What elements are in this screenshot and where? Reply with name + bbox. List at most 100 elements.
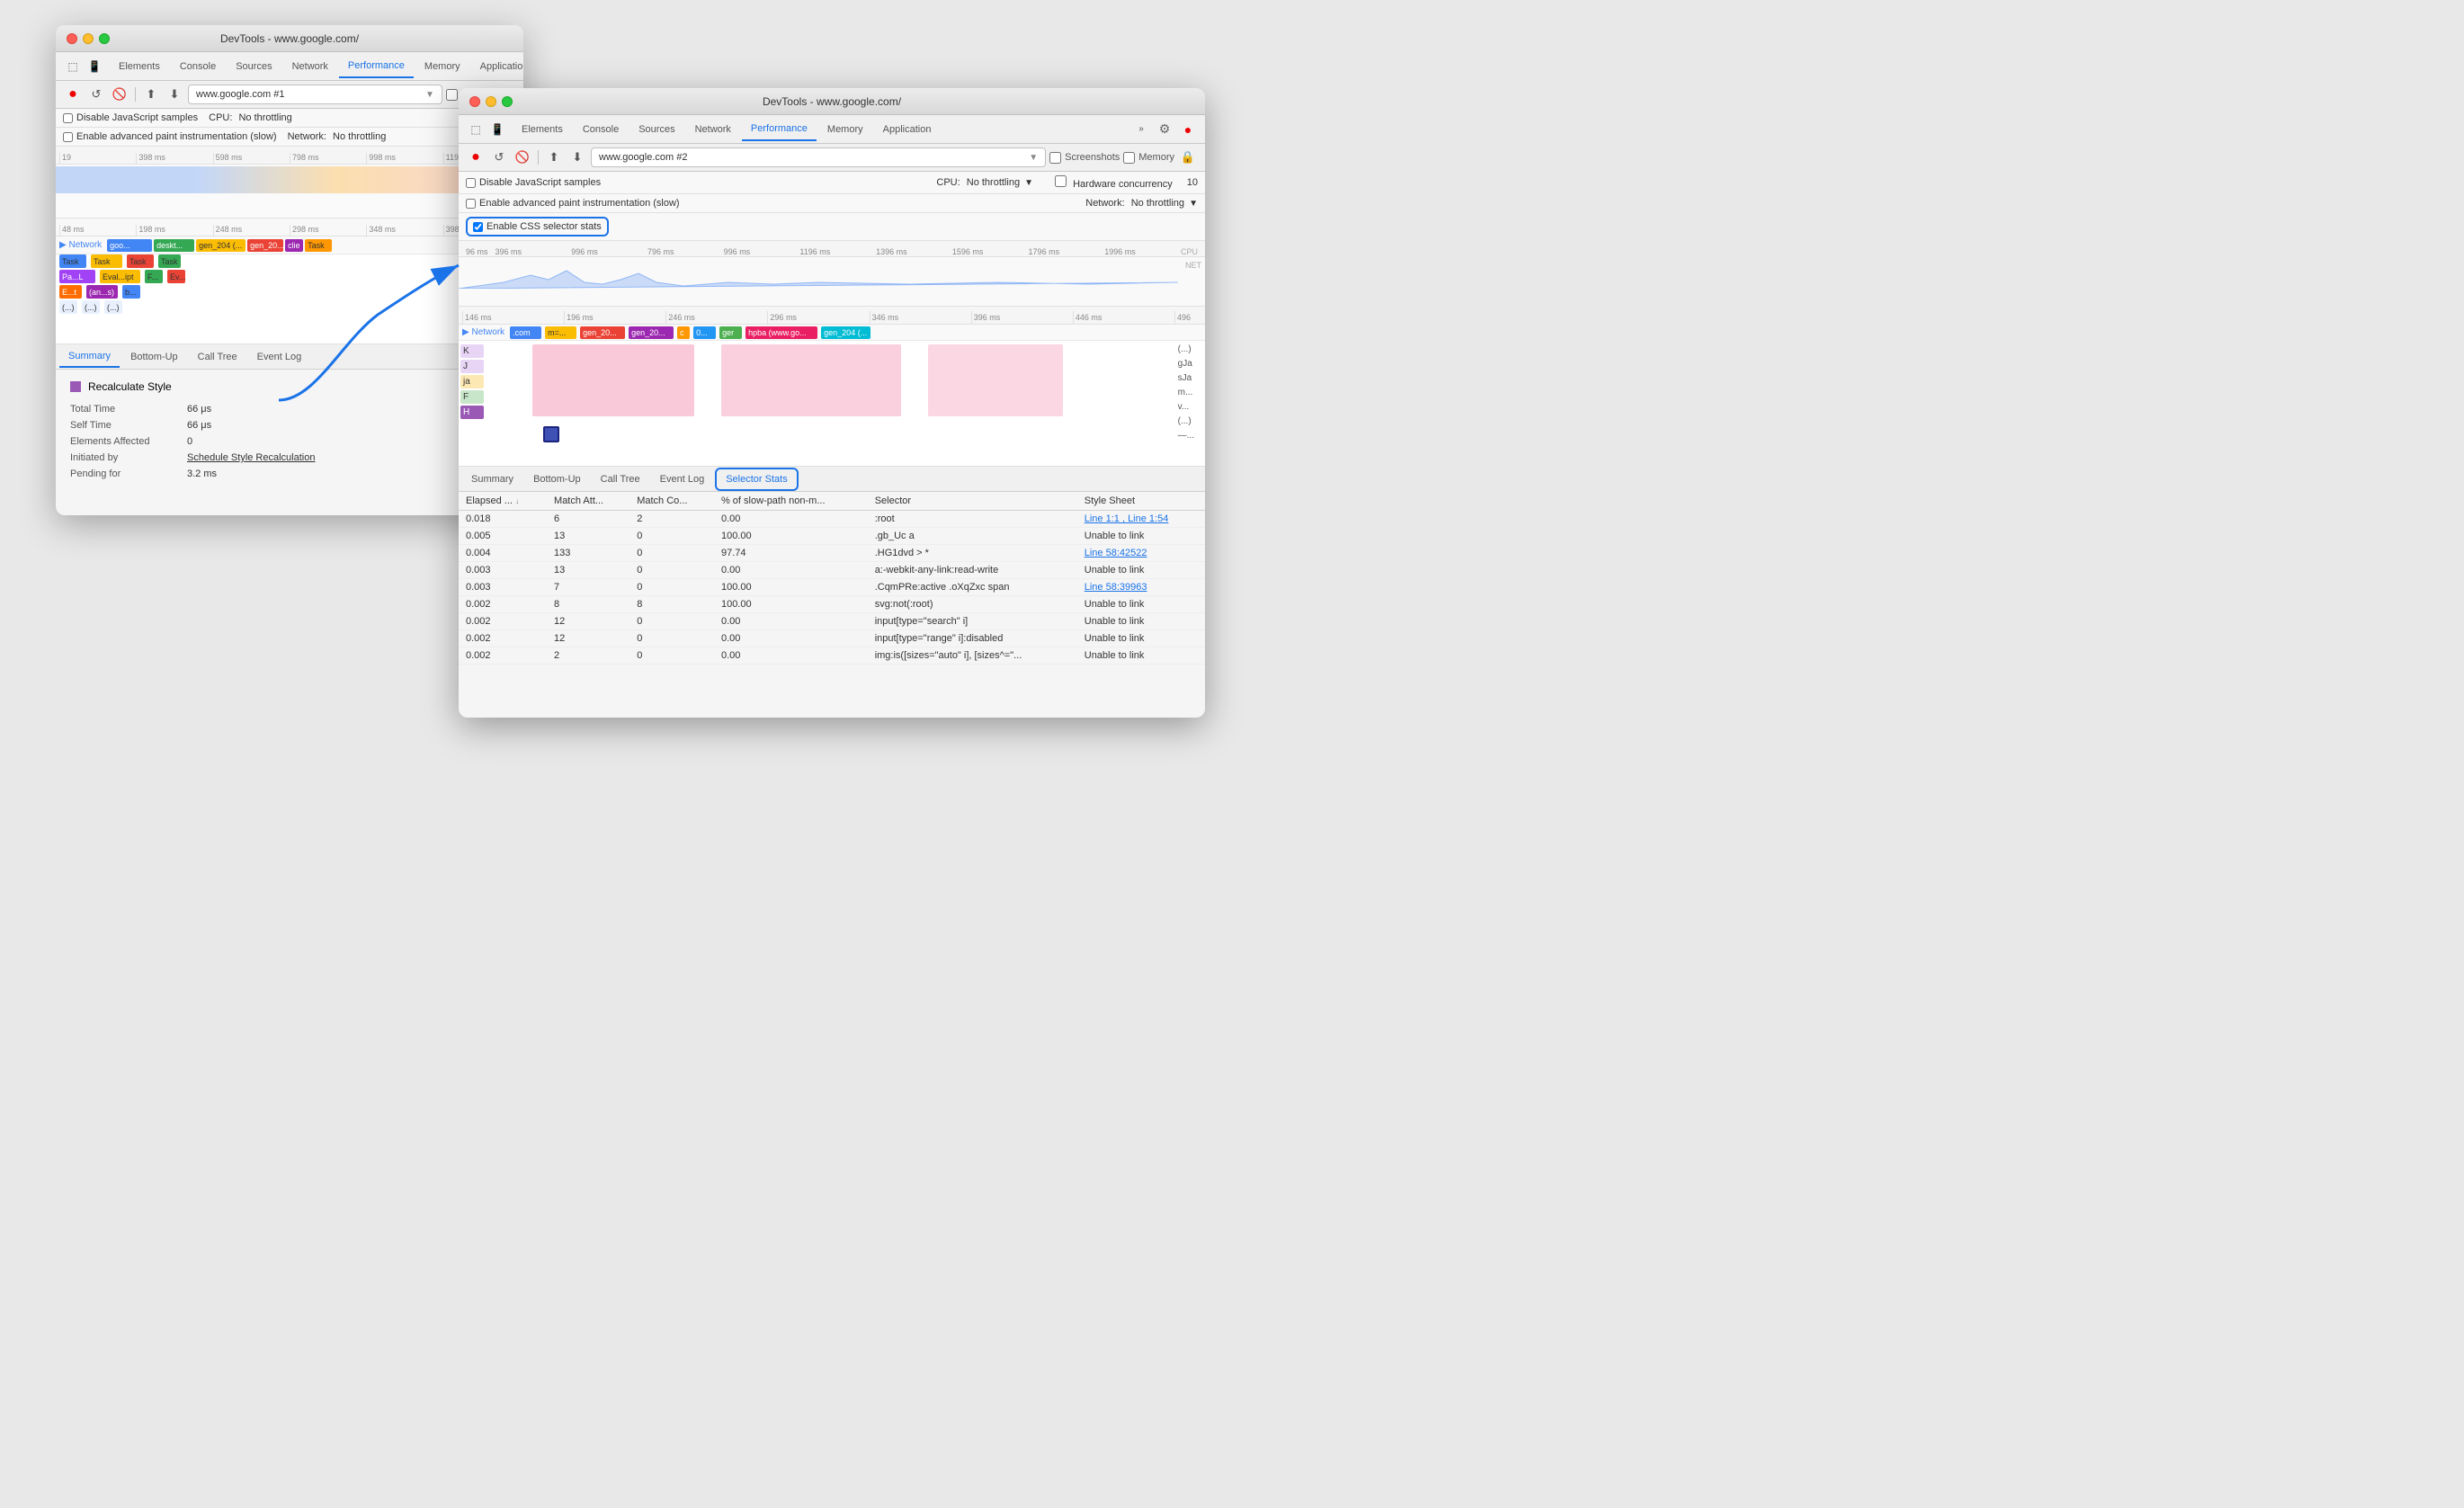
net-f-c: c — [677, 326, 690, 339]
selector-stats-table: Elapsed ... ↓ Match Att... Match Co... %… — [459, 492, 1205, 665]
memory-checkbox-front[interactable] — [1123, 152, 1135, 164]
tab-selector-stats-front[interactable]: Selector Stats — [715, 468, 798, 491]
minimize-button-front[interactable] — [486, 96, 496, 107]
upload-btn-front[interactable]: ⬆ — [544, 147, 564, 167]
tab-sources-back[interactable]: Sources — [227, 56, 281, 77]
col-slow-path[interactable]: % of slow-path non-m... — [714, 492, 868, 511]
flame-chart-back[interactable]: Task Task Task Task Pa...L Eval...ipt F.… — [56, 254, 523, 344]
cell-stylesheet-9: Unable to link — [1077, 647, 1205, 665]
col-selector[interactable]: Selector — [868, 492, 1077, 511]
flame-main-area[interactable]: (...) gJa sJa m... v... (...) —... — [487, 341, 1205, 466]
tab-performance-front[interactable]: Performance — [742, 118, 817, 141]
inspect-icon-front[interactable]: ⬚ — [466, 120, 486, 139]
net-f-gen204: gen_204 (... — [821, 326, 870, 339]
cell-match-att-6: 8 — [547, 596, 629, 613]
net-f-0: 0... — [693, 326, 716, 339]
maximize-button-front[interactable] — [502, 96, 513, 107]
refresh-btn-front[interactable]: ↺ — [489, 147, 509, 167]
tab-application-front[interactable]: Application — [874, 119, 941, 140]
cell-stylesheet-3: Line 58:42522 — [1077, 545, 1205, 562]
devtools-icons-front: ⬚ 📱 — [466, 120, 507, 139]
table-row[interactable]: 0.002 8 8 100.00 svg:not(:root) Unable t… — [459, 596, 1205, 613]
table-row[interactable]: 0.002 2 0 0.00 img:is([sizes="auto" i], … — [459, 647, 1205, 665]
tab-console-back[interactable]: Console — [171, 56, 225, 77]
summary-row-elements: Elements Affected 0 — [70, 436, 509, 447]
tab-summary-front[interactable]: Summary — [462, 469, 522, 489]
record-btn-back[interactable]: ● — [63, 85, 83, 104]
inspect-icon[interactable]: ⬚ — [63, 57, 83, 76]
table-row[interactable]: 0.003 13 0 0.00 a:-webkit-any-link:read-… — [459, 562, 1205, 579]
table-row[interactable]: 0.002 12 0 0.00 input[type="range" i]:di… — [459, 630, 1205, 647]
selector-stats-table-container[interactable]: Elapsed ... ↓ Match Att... Match Co... %… — [459, 492, 1205, 718]
cell-selector-5: .CqmPRe:active .oXqZxc span — [868, 579, 1077, 596]
close-button-front[interactable] — [469, 96, 480, 107]
tab-application-back[interactable]: Application — [471, 56, 523, 77]
table-row[interactable]: 0.004 133 0 97.74 .HG1dvd > * Line 58:42… — [459, 545, 1205, 562]
ruler-front-4: 796 ms — [644, 247, 720, 256]
enable-paint-checkbox-back[interactable]: Enable advanced paint instrumentation (s… — [63, 131, 277, 142]
tab-performance-back[interactable]: Performance — [339, 55, 414, 78]
col-stylesheet[interactable]: Style Sheet — [1077, 492, 1205, 511]
tab-summary-back[interactable]: Summary — [59, 346, 120, 368]
flame-selected-block[interactable] — [543, 426, 559, 442]
tab-bottom-up-back[interactable]: Bottom-Up — [121, 347, 187, 367]
maximize-button-back[interactable] — [99, 33, 110, 44]
disable-js-checkbox-back[interactable]: Disable JavaScript samples — [63, 112, 198, 123]
tab-bottom-up-front[interactable]: Bottom-Up — [524, 469, 590, 489]
url-bar-front[interactable]: www.google.com #2 ▼ — [591, 147, 1046, 167]
timeline-tracks-front[interactable]: NET — [459, 257, 1205, 307]
download-btn-front[interactable]: ⬇ — [567, 147, 587, 167]
record-btn-front[interactable]: ● — [466, 147, 486, 167]
tab-network-back[interactable]: Network — [283, 56, 337, 77]
device-icon[interactable]: 📱 — [85, 57, 104, 76]
traffic-lights-back[interactable] — [67, 33, 110, 44]
tab-sources-front[interactable]: Sources — [629, 119, 683, 140]
clear-btn-front[interactable]: 🚫 — [513, 147, 532, 167]
col-match-co[interactable]: Match Co... — [629, 492, 714, 511]
refresh-btn-back[interactable]: ↺ — [86, 85, 106, 104]
tab-elements-back[interactable]: Elements — [110, 56, 169, 77]
screenshot-checkbox-back[interactable] — [446, 89, 458, 101]
hardware-concurrency-value: 10 — [1187, 177, 1198, 188]
minimize-button-back[interactable] — [83, 33, 94, 44]
tab-call-tree-front[interactable]: Call Tree — [592, 469, 649, 489]
cell-slow-path-3: 97.74 — [714, 545, 868, 562]
tab-elements-front[interactable]: Elements — [513, 119, 572, 140]
tab-console-front[interactable]: Console — [574, 119, 628, 140]
url-bar-back[interactable]: www.google.com #1 ▼ — [188, 85, 442, 104]
flame-task-3: Task — [127, 254, 154, 268]
col-match-att[interactable]: Match Att... — [547, 492, 629, 511]
device-icon-front[interactable]: 📱 — [487, 120, 507, 139]
flame-chart-front[interactable]: K J ja F H (...) gJa — [459, 341, 1205, 467]
tab-event-log-back[interactable]: Event Log — [248, 347, 311, 367]
screenshot-checkbox-front[interactable] — [1049, 152, 1061, 164]
tab-network-front[interactable]: Network — [686, 119, 740, 140]
tab-memory-front[interactable]: Memory — [818, 119, 872, 140]
traffic-lights-front[interactable] — [469, 96, 513, 107]
table-row[interactable]: 0.018 6 2 0.00 :root Line 1:1 , Line 1:5… — [459, 511, 1205, 528]
sub-r-7: 446 ms — [1073, 311, 1174, 324]
table-row[interactable]: 0.003 7 0 100.00 .CqmPRe:active .oXqZxc … — [459, 579, 1205, 596]
tab-call-tree-back[interactable]: Call Tree — [189, 347, 246, 367]
disable-js-checkbox-front[interactable]: Disable JavaScript samples — [466, 177, 601, 188]
close-button-back[interactable] — [67, 33, 77, 44]
hardware-concurrency-checkbox[interactable] — [1055, 175, 1067, 187]
memory-option-front: Memory — [1123, 152, 1174, 164]
timeline-tracks-back[interactable]: CPU — [56, 165, 523, 219]
enable-paint-checkbox-front[interactable]: Enable advanced paint instrumentation (s… — [466, 198, 680, 209]
tab-event-log-front[interactable]: Event Log — [651, 469, 714, 489]
flame-label-F: F — [460, 390, 484, 404]
upload-btn-back[interactable]: ⬆ — [141, 85, 161, 104]
col-elapsed[interactable]: Elapsed ... ↓ — [459, 492, 547, 511]
download-btn-back[interactable]: ⬇ — [165, 85, 184, 104]
more-tabs-icon-front[interactable]: » — [1131, 120, 1151, 139]
tab-memory-back[interactable]: Memory — [415, 56, 469, 77]
table-row[interactable]: 0.005 13 0 100.00 .gb_Uc a Unable to lin… — [459, 528, 1205, 545]
enable-css-selector-checkbox[interactable]: Enable CSS selector stats — [473, 221, 602, 232]
table-row[interactable]: 0.002 12 0 0.00 input[type="search" i] U… — [459, 613, 1205, 630]
cpu-throttling-icon-front[interactable]: 🔒 — [1178, 147, 1198, 167]
clear-btn-back[interactable]: 🚫 — [110, 85, 129, 104]
more-icon-front[interactable]: ● — [1178, 120, 1198, 139]
settings-icon-front[interactable]: ⚙ — [1155, 120, 1174, 139]
titlebar-back: DevTools - www.google.com/ — [56, 25, 523, 52]
